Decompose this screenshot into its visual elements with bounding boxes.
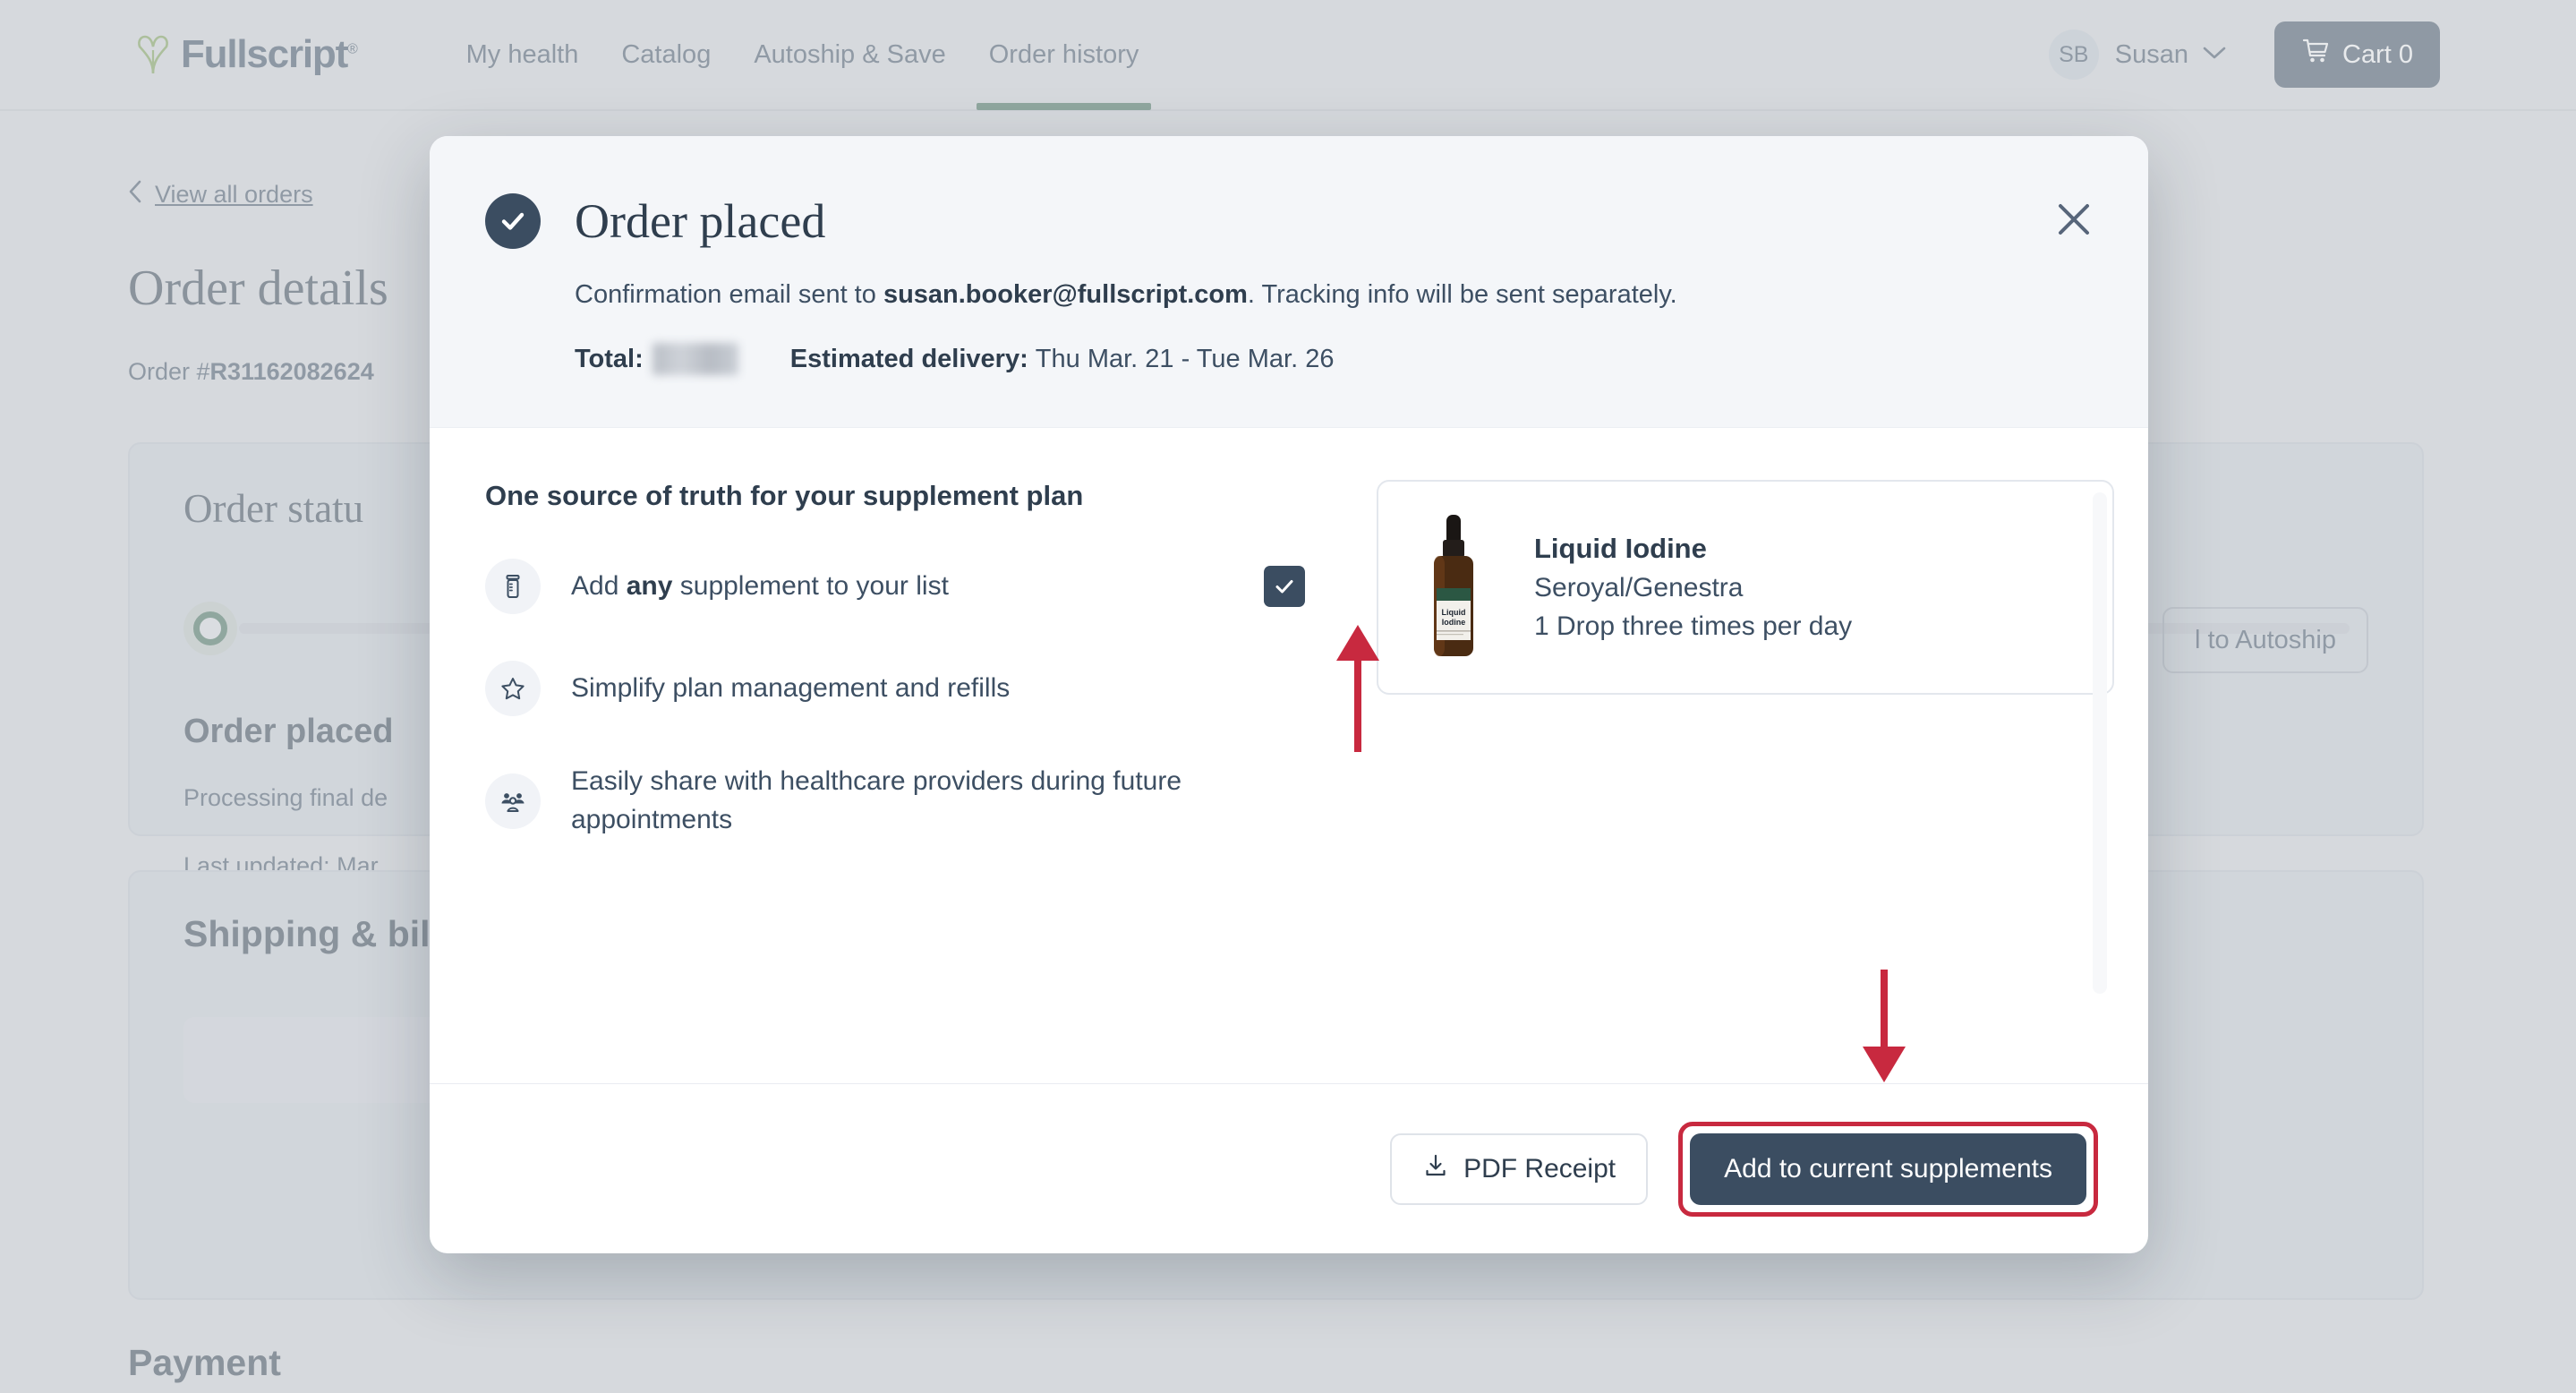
close-icon[interactable]: [2046, 192, 2102, 247]
product-checkbox[interactable]: [1264, 566, 1305, 608]
svg-text:Liquid: Liquid: [1442, 608, 1466, 617]
selected-products-section: Liquid Iodine Liquid Iodine Seroyal/Gene…: [1237, 480, 2114, 995]
value-props-heading: One source of truth for your supplement …: [485, 480, 1084, 512]
estimated-delivery-value: Thu Mar. 21 - Tue Mar. 26: [1035, 344, 1335, 373]
order-meta-row: Total: Estimated delivery: Thu Mar. 21 -…: [575, 343, 2148, 376]
product-card[interactable]: Liquid Iodine Liquid Iodine Seroyal/Gene…: [1264, 480, 2114, 696]
people-share-icon: [485, 773, 541, 829]
confirmation-prefix: Confirmation email sent to: [575, 280, 883, 309]
modal-header: Order placed Confirmation email sent to …: [430, 136, 2148, 429]
confirmation-suffix: . Tracking info will be sent separately.: [1247, 280, 1677, 309]
pdf-receipt-button[interactable]: PDF Receipt: [1390, 1132, 1649, 1205]
confirmation-email: susan.booker@fullscript.com: [883, 280, 1248, 309]
primary-button-label: Add to current supplements: [1724, 1153, 2052, 1184]
modal-title: Order placed: [575, 194, 826, 248]
feature-label: Easily share with healthcare providers d…: [571, 763, 1237, 839]
total-value-redacted: [652, 343, 738, 376]
star-icon: [485, 661, 541, 717]
estimated-delivery-label: Estimated delivery:: [789, 344, 1028, 373]
check-circle-icon: [485, 193, 541, 249]
value-props-section: One source of truth for your supplement …: [485, 480, 1237, 981]
download-icon: [1422, 1152, 1449, 1186]
modal-scrollbar[interactable]: [2093, 492, 2107, 995]
modal-footer: PDF Receipt Add to current supplements: [430, 1083, 2148, 1253]
product-image: Liquid Iodine: [1421, 513, 1486, 662]
feature-text-before: Simplify plan management and refills: [571, 672, 1011, 703]
pdf-receipt-label: PDF Receipt: [1463, 1153, 1616, 1184]
product-dosage: 1 Drop three times per day: [1534, 611, 1853, 642]
feature-row: Add any supplement to your list: [485, 559, 1237, 615]
feature-text-before: Add: [571, 570, 627, 601]
add-to-current-supplements-button[interactable]: Add to current supplements: [1690, 1132, 2086, 1205]
primary-button-highlight: Add to current supplements: [1678, 1121, 2098, 1217]
confirmation-message: Confirmation email sent to susan.booker@…: [575, 278, 2148, 312]
feature-text-bold: any: [626, 570, 673, 601]
product-details: Liquid Iodine Seroyal/Genestra 1 Drop th…: [1534, 533, 1852, 642]
pill-bottle-icon: [485, 559, 541, 615]
product-name: Liquid Iodine: [1534, 533, 1707, 565]
product-brand: Seroyal/Genestra: [1534, 573, 1744, 603]
feature-row: Easily share with healthcare providers d…: [485, 763, 1237, 839]
feature-label: Simplify plan management and refills: [571, 670, 1010, 708]
app-root: Fullscript® My health Catalog Autoship &…: [0, 0, 2576, 1393]
total-label: Total:: [575, 344, 644, 373]
feature-text-before: Easily share with healthcare providers d…: [571, 766, 1182, 834]
modal-body: One source of truth for your supplement …: [430, 428, 2148, 995]
feature-row: Simplify plan management and refills: [485, 661, 1237, 717]
order-placed-modal: Order placed Confirmation email sent to …: [430, 136, 2148, 1253]
feature-label: Add any supplement to your list: [571, 568, 949, 606]
svg-text:Iodine: Iodine: [1442, 618, 1466, 627]
feature-text-after: supplement to your list: [672, 570, 949, 601]
